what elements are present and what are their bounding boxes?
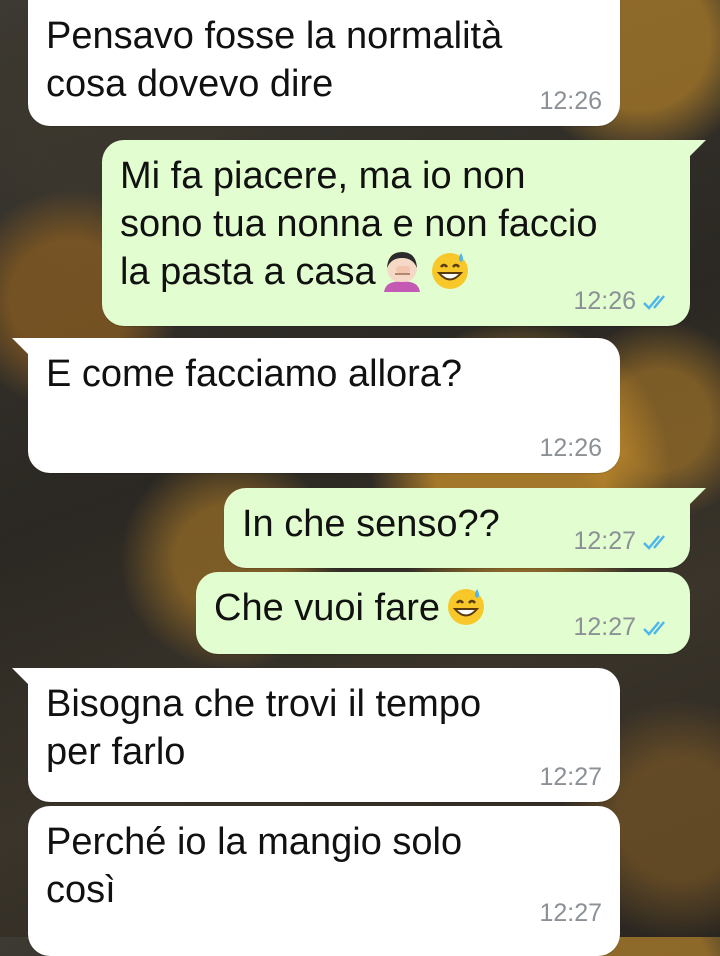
message-meta: 12:27 (573, 613, 672, 642)
bubble-tail (12, 668, 34, 690)
message-bubble-outgoing[interactable]: Mi fa piacere, ma io non sono tua nonna … (102, 140, 706, 326)
grinning-sweat-emoji (431, 253, 468, 289)
message-meta: 12:27 (539, 899, 602, 928)
message-bubble-incoming[interactable]: Perché io la mangio solo così 12:27 (28, 806, 620, 956)
double-check-read-icon (643, 534, 665, 550)
message-time: 12:27 (573, 613, 636, 641)
message-meta: 12:27 (539, 763, 602, 792)
message-time: 12:27 (539, 763, 602, 791)
message-text: Pensavo fosse la normalità cosa dovevo d… (46, 15, 503, 105)
message-text: Perché io la mangio solo così (46, 821, 463, 911)
message-meta: 12:27 (573, 527, 672, 556)
message-meta: 12:26 (573, 287, 672, 316)
message-time: 12:26 (539, 87, 602, 115)
message-bubble-incoming[interactable]: E come facciamo allora? 12:26 (12, 338, 620, 473)
bubble-tail (684, 488, 706, 510)
message-meta: 12:26 (539, 87, 602, 116)
message-text-content: Mi fa piacere, ma io non sono tua nonna … (120, 155, 598, 293)
message-time: 12:26 (573, 287, 636, 315)
message-time: 12:27 (573, 527, 636, 555)
double-check-read-icon (643, 294, 665, 310)
woman-facepalming-emoji (383, 252, 420, 292)
message-time: 12:27 (539, 899, 602, 927)
message-meta: 12:26 (539, 434, 602, 463)
message-bubble-outgoing[interactable]: In che senso?? 12:27 (224, 488, 706, 568)
message-bubble-incoming[interactable]: Bisogna che trovi il tempo per farlo 12:… (12, 668, 620, 802)
bubble-tail (12, 338, 34, 360)
grinning-sweat-emoji (448, 589, 485, 625)
message-text: E come facciamo allora? (46, 353, 463, 395)
message-bubble-outgoing[interactable]: Che vuoi fare 12:27 (196, 572, 690, 654)
message-text: Mi fa piacere, ma io non sono tua nonna … (120, 152, 672, 296)
bubble-tail (684, 140, 706, 162)
message-time: 12:26 (539, 434, 602, 462)
chat-area[interactable]: Pensavo fosse la normalità cosa dovevo d… (0, 0, 720, 956)
message-text: Bisogna che trovi il tempo per farlo (46, 683, 482, 773)
double-check-read-icon (643, 620, 665, 636)
message-text-content: Che vuoi fare (214, 587, 441, 629)
message-bubble-incoming[interactable]: Pensavo fosse la normalità cosa dovevo d… (28, 0, 620, 126)
